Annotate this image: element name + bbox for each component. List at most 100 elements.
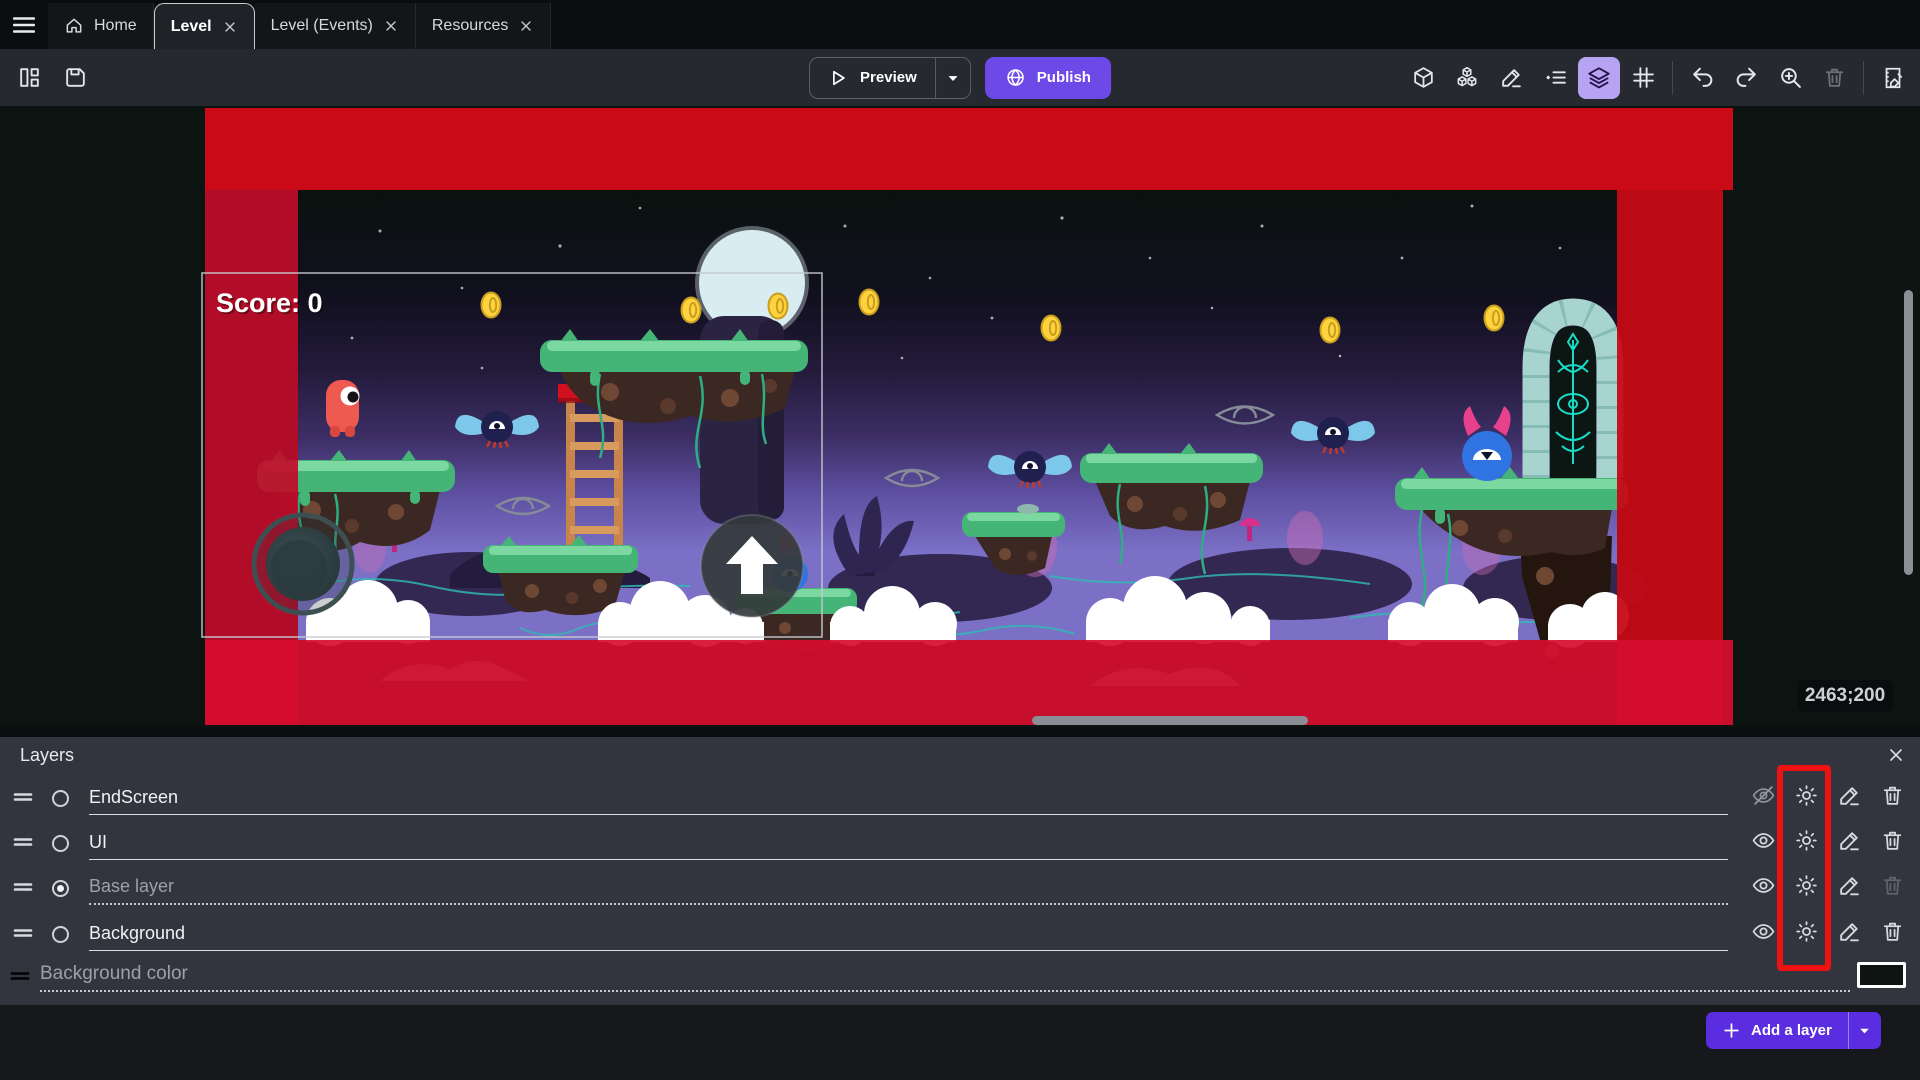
background-color-swatch[interactable] bbox=[1857, 962, 1906, 988]
layer-edit-button[interactable] bbox=[1828, 822, 1871, 858]
layer-name-field[interactable]: Background bbox=[89, 923, 1728, 951]
layer-delete-button[interactable] bbox=[1871, 867, 1914, 903]
tab-close-button[interactable] bbox=[383, 18, 399, 34]
scene-editor-canvas[interactable]: Score: 0 Score: 0 2463;200 bbox=[0, 106, 1920, 727]
redo-icon bbox=[1734, 65, 1759, 90]
preview-button[interactable]: Preview bbox=[810, 58, 935, 98]
layer-edit-button[interactable] bbox=[1828, 867, 1871, 903]
portal[interactable] bbox=[1536, 312, 1610, 478]
score-label[interactable]: Score: 0 bbox=[216, 288, 323, 318]
close-icon bbox=[518, 18, 534, 34]
layer-lighting-button[interactable] bbox=[1785, 913, 1828, 949]
tab-level-events[interactable]: Level (Events) bbox=[255, 3, 416, 49]
edit-scene-properties-button[interactable] bbox=[1872, 57, 1914, 99]
zoom-button[interactable] bbox=[1769, 57, 1811, 99]
layer-visibility-toggle[interactable] bbox=[1742, 822, 1785, 858]
trash-icon bbox=[1822, 65, 1847, 90]
drag-handle-icon[interactable] bbox=[8, 785, 38, 809]
drag-handle-icon[interactable] bbox=[8, 921, 38, 945]
layer-edit-button[interactable] bbox=[1828, 913, 1871, 949]
border-band-right bbox=[1617, 108, 1723, 725]
player-character[interactable] bbox=[326, 380, 360, 437]
pencil-icon bbox=[1837, 828, 1862, 853]
open-instances-list-button[interactable] bbox=[1534, 57, 1576, 99]
layer-select-radio[interactable] bbox=[52, 880, 69, 897]
open-objects-groups-button[interactable] bbox=[1446, 57, 1488, 99]
edit-properties-button[interactable] bbox=[1490, 57, 1532, 99]
tab-level[interactable]: Level bbox=[154, 3, 255, 49]
layer-visibility-toggle[interactable] bbox=[1742, 913, 1785, 949]
layer-delete-button[interactable] bbox=[1871, 777, 1914, 813]
add-layer-button[interactable]: Add a layer bbox=[1706, 1012, 1848, 1049]
toggle-grid-button[interactable] bbox=[1622, 57, 1664, 99]
toggle-panels-button[interactable] bbox=[8, 57, 50, 99]
preview-options-button[interactable] bbox=[936, 58, 970, 98]
layers-icon bbox=[1586, 65, 1612, 91]
layer-visibility-toggle[interactable] bbox=[1742, 867, 1785, 903]
layer-row: Base layer bbox=[8, 865, 1914, 905]
layer-delete-button[interactable] bbox=[1871, 913, 1914, 949]
layer-row: Background bbox=[8, 911, 1914, 951]
layer-name-field[interactable]: UI bbox=[89, 832, 1728, 860]
tab-resources[interactable]: Resources bbox=[416, 3, 551, 49]
tab-label: Resources bbox=[432, 17, 508, 35]
jump-button[interactable] bbox=[701, 515, 803, 617]
layer-select-radio[interactable] bbox=[52, 926, 69, 943]
joystick-control[interactable] bbox=[254, 515, 352, 613]
drag-handle-icon bbox=[8, 964, 32, 988]
pencil-icon bbox=[1837, 919, 1862, 944]
bottom-bar: Add a layer bbox=[0, 1005, 1920, 1080]
layer-name-field[interactable]: Base layer bbox=[89, 876, 1728, 905]
publish-label: Publish bbox=[1037, 69, 1091, 86]
layer-edit-button[interactable] bbox=[1828, 777, 1871, 813]
background-color-label: Background color bbox=[40, 963, 1850, 992]
open-layers-panel-button[interactable] bbox=[1578, 57, 1620, 99]
layers-panel-title: Layers bbox=[20, 745, 74, 766]
save-button[interactable] bbox=[54, 57, 96, 99]
vertical-scrollbar[interactable] bbox=[1904, 290, 1913, 575]
save-icon bbox=[63, 65, 88, 90]
eye-off-icon bbox=[1751, 783, 1776, 808]
add-layer-split-button: Add a layer bbox=[1706, 1012, 1881, 1049]
cursor-coordinates-badge: 2463;200 bbox=[1797, 680, 1893, 712]
layer-visibility-toggle[interactable] bbox=[1742, 777, 1785, 813]
layer-select-radio[interactable] bbox=[52, 835, 69, 852]
tab-close-button[interactable] bbox=[518, 18, 534, 34]
preview-label: Preview bbox=[860, 69, 917, 86]
layers-panel-close-button[interactable] bbox=[1886, 745, 1906, 765]
layer-lighting-button[interactable] bbox=[1785, 867, 1828, 903]
objects-group-icon bbox=[1454, 65, 1480, 91]
eye-icon bbox=[1751, 873, 1776, 898]
chevron-down-icon bbox=[1856, 1022, 1873, 1039]
layer-delete-button[interactable] bbox=[1871, 822, 1914, 858]
drag-handle-icon[interactable] bbox=[8, 830, 38, 854]
layer-select-radio[interactable] bbox=[52, 790, 69, 807]
tab-home[interactable]: Home bbox=[48, 3, 154, 49]
border-band-bottom bbox=[205, 640, 1733, 725]
layer-name-field[interactable]: EndScreen bbox=[89, 787, 1728, 815]
layers-panel: Layers EndScreen UI bbox=[0, 737, 1920, 1005]
trash-icon bbox=[1880, 873, 1905, 898]
publish-button[interactable]: Publish bbox=[985, 57, 1111, 99]
redo-button[interactable] bbox=[1725, 57, 1767, 99]
delete-selection-button[interactable] bbox=[1813, 57, 1855, 99]
horizontal-scrollbar[interactable] bbox=[1032, 716, 1308, 725]
undo-button[interactable] bbox=[1681, 57, 1723, 99]
close-icon bbox=[383, 18, 399, 34]
layer-row: EndScreen bbox=[8, 775, 1914, 815]
tab-close-button[interactable] bbox=[222, 19, 238, 35]
main-menu-button[interactable] bbox=[0, 0, 48, 49]
sun-icon bbox=[1794, 919, 1819, 944]
sun-icon bbox=[1794, 828, 1819, 853]
eye-icon bbox=[1751, 828, 1776, 853]
drag-handle-icon[interactable] bbox=[8, 875, 38, 899]
pencil-icon bbox=[1499, 65, 1524, 90]
add-layer-options-button[interactable] bbox=[1849, 1012, 1881, 1049]
undo-icon bbox=[1690, 65, 1715, 90]
layer-lighting-button[interactable] bbox=[1785, 777, 1828, 813]
tab-label: Home bbox=[94, 17, 137, 35]
editor-window: Home Level Level (Events) Resources Prev… bbox=[0, 0, 1920, 1080]
open-objects-list-button[interactable] bbox=[1402, 57, 1444, 99]
close-icon bbox=[222, 19, 238, 35]
layer-lighting-button[interactable] bbox=[1785, 822, 1828, 858]
